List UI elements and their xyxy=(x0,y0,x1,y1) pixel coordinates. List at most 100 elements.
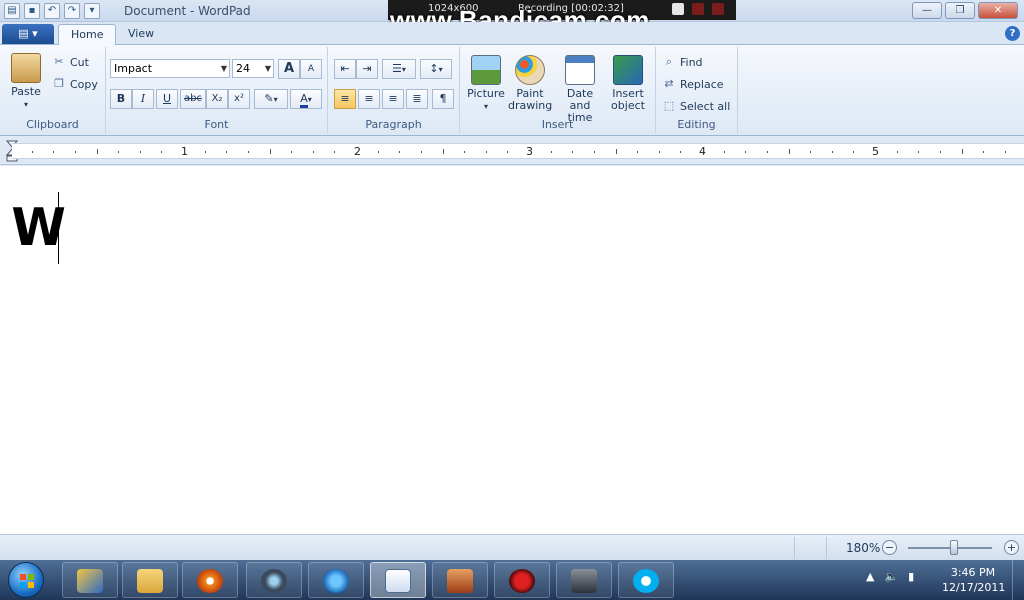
taskbar-app-7[interactable] xyxy=(432,562,488,598)
highlight-color-button[interactable]: ✎▾ xyxy=(254,89,288,109)
save-icon[interactable]: ▪ xyxy=(24,3,40,19)
skype-icon xyxy=(633,569,659,593)
ruler-tick xyxy=(334,151,335,153)
ruler-tick xyxy=(32,151,33,153)
taskbar-media-player[interactable] xyxy=(182,562,238,598)
start-button[interactable] xyxy=(8,562,44,598)
screenshot-icon[interactable] xyxy=(672,3,684,15)
line-spacing-icon: ↕ xyxy=(429,62,439,75)
superscript-button[interactable]: x² xyxy=(228,89,250,109)
minimize-button[interactable]: — xyxy=(912,2,942,19)
ruler-tick xyxy=(507,151,508,153)
maximize-button[interactable]: ❐ xyxy=(945,2,975,19)
ruler-number: 2 xyxy=(354,145,361,158)
taskbar-skype[interactable] xyxy=(618,562,674,598)
status-divider xyxy=(826,537,827,559)
ruler-tick xyxy=(637,151,638,153)
replace-button[interactable]: ⇄ Replace xyxy=(662,75,723,93)
strikethrough-button[interactable]: abc xyxy=(180,89,206,109)
customize-qat-icon[interactable]: ▾ xyxy=(84,3,100,19)
italic-button[interactable]: I xyxy=(132,89,154,109)
taskbar-wordpad[interactable] xyxy=(370,562,426,598)
network-icon[interactable]: ▮ xyxy=(908,570,914,583)
date-and-time-button[interactable]: Date and time xyxy=(556,55,604,124)
redo-icon[interactable]: ↷ xyxy=(64,3,80,19)
paragraph-settings-button[interactable]: ¶ xyxy=(432,89,454,109)
align-left-button[interactable]: ≡ xyxy=(334,89,356,109)
font-group: Impact ▼ 24 ▼ A A B I U abc X₂ x² ✎▾ A▾ … xyxy=(106,47,328,133)
document-text[interactable]: W xyxy=(11,198,66,258)
pause-icon[interactable] xyxy=(692,3,704,15)
font-size-select[interactable]: 24 ▼ xyxy=(232,59,274,78)
text-color-button[interactable]: A▾ xyxy=(290,89,322,109)
align-right-button[interactable]: ≡ xyxy=(382,89,404,109)
subscript-button[interactable]: X₂ xyxy=(206,89,228,109)
taskbar-app-9[interactable] xyxy=(556,562,612,598)
bold-button[interactable]: B xyxy=(110,89,132,109)
bullets-button[interactable]: ☰▾ xyxy=(382,59,416,79)
taskbar-internet-explorer[interactable] xyxy=(308,562,364,598)
justify-button[interactable]: ≣ xyxy=(406,89,428,109)
taskbar-explorer[interactable] xyxy=(122,562,178,598)
ribbon-tabs: ▤ ▾ Home View ? xyxy=(0,22,1024,46)
ruler-tick xyxy=(724,151,725,153)
ruler-tick xyxy=(767,151,768,153)
taskbar-recorder[interactable] xyxy=(494,562,550,598)
paint-drawing-button[interactable]: Paint drawing xyxy=(508,55,552,112)
ruler-strip: 1 2 3 4 5 xyxy=(12,143,1024,159)
select-all-button[interactable]: ⬚ Select all xyxy=(662,97,731,115)
taskbar-app-1[interactable] xyxy=(62,562,118,598)
cut-button[interactable]: ✂ Cut xyxy=(52,53,89,71)
undo-icon[interactable]: ↶ xyxy=(44,3,60,19)
zoom-out-button[interactable]: − xyxy=(882,540,897,555)
chevron-down-icon: ▾ xyxy=(438,65,443,74)
increase-indent-button[interactable]: ⇥ xyxy=(356,59,378,79)
insert-picture-button[interactable]: Picture ▾ xyxy=(466,55,506,113)
ruler[interactable]: 1 2 3 4 5 xyxy=(0,137,1024,165)
tab-home[interactable]: Home xyxy=(58,24,117,46)
text-color-icon: A xyxy=(300,92,308,108)
underline-button[interactable]: U xyxy=(156,89,178,109)
copy-icon: ❐ xyxy=(54,77,64,90)
webcam-icon xyxy=(261,569,287,593)
paint-palette-icon xyxy=(515,55,545,85)
status-bar: 180% − + xyxy=(0,534,1024,560)
volume-icon[interactable]: 🔈 xyxy=(884,570,898,583)
shrink-font-button[interactable]: A xyxy=(300,59,322,79)
ruler-tick xyxy=(443,149,444,154)
grow-font-button[interactable]: A xyxy=(278,59,300,79)
decrease-indent-icon: ⇤ xyxy=(340,62,350,75)
ruler-tick xyxy=(551,151,552,153)
media-player-icon xyxy=(197,569,223,593)
chevron-down-icon: ▾ xyxy=(273,95,278,104)
paste-icon xyxy=(11,53,41,83)
line-spacing-button[interactable]: ↕▾ xyxy=(420,59,452,79)
ruler-tick xyxy=(226,151,227,153)
align-center-button[interactable]: ≡ xyxy=(358,89,380,109)
ruler-tick xyxy=(789,149,790,154)
document-area[interactable]: W xyxy=(0,166,1024,534)
stop-icon[interactable] xyxy=(712,3,724,15)
ruler-number: 3 xyxy=(526,145,533,158)
wordpad-app-icon[interactable]: ▤ xyxy=(4,3,20,19)
bullet-list-icon: ☰ xyxy=(392,62,402,75)
application-menu-button[interactable]: ▤ ▾ xyxy=(2,24,54,44)
show-hidden-icons-icon[interactable]: ▲ xyxy=(866,570,874,583)
paste-button[interactable]: Paste ▾ xyxy=(8,53,44,111)
ruler-tick xyxy=(810,151,811,153)
help-icon[interactable]: ? xyxy=(1005,26,1020,41)
show-desktop-button[interactable] xyxy=(1012,560,1024,600)
internet-explorer-icon xyxy=(323,569,349,593)
find-button[interactable]: ⌕ Find xyxy=(662,53,703,71)
zoom-in-button[interactable]: + xyxy=(1004,540,1019,555)
font-family-select[interactable]: Impact ▼ xyxy=(110,59,230,78)
tab-view[interactable]: View xyxy=(116,24,166,46)
taskbar-clock[interactable]: 3:46 PM 12/17/2011 xyxy=(942,565,1005,595)
taskbar-webcam[interactable] xyxy=(246,562,302,598)
copy-button[interactable]: ❐ Copy xyxy=(52,75,98,93)
zoom-slider-thumb[interactable] xyxy=(950,540,959,555)
clipboard-group: Paste ▾ ✂ Cut ❐ Copy Clipboard xyxy=(0,47,106,133)
decrease-indent-button[interactable]: ⇤ xyxy=(334,59,356,79)
close-button[interactable]: ✕ xyxy=(978,2,1018,19)
insert-object-button[interactable]: Insert object xyxy=(608,55,648,112)
